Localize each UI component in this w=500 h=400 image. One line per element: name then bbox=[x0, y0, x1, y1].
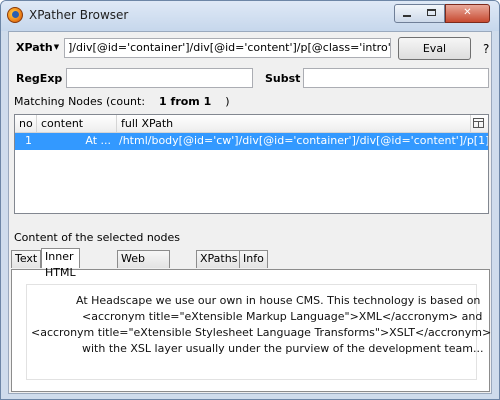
tab-inner-html[interactable]: Inner HTML bbox=[41, 248, 80, 279]
column-header-full-xpath[interactable]: full XPath bbox=[117, 115, 471, 133]
xpath-label: XPath bbox=[16, 41, 53, 54]
selected-content-label: Content of the selected nodes bbox=[14, 231, 181, 244]
tab-text[interactable]: Text bbox=[11, 250, 42, 268]
regexp-input[interactable] bbox=[66, 68, 253, 88]
main-panel: XPath▼ ]/div[@id='container']/div[@id='c… bbox=[8, 31, 492, 394]
matching-count: 1 from 1 bbox=[159, 95, 212, 108]
xpath-input[interactable]: ]/div[@id='container']/div[@id='content'… bbox=[64, 38, 391, 58]
regexp-label: RegExp bbox=[16, 72, 63, 85]
window-title: XPather Browser bbox=[29, 8, 129, 22]
inner-html-line: <accronym title="eXtensible Markup Langu… bbox=[82, 310, 483, 323]
maximize-icon bbox=[427, 9, 436, 16]
table-row[interactable]: 1 At ... /html/body[@id='cw']/div[@id='c… bbox=[15, 133, 488, 150]
minimize-icon bbox=[403, 15, 411, 17]
eval-button[interactable]: Eval bbox=[398, 37, 471, 60]
tab-info[interactable]: Info bbox=[239, 250, 268, 268]
column-header-no[interactable]: no bbox=[15, 115, 37, 133]
xpather-window: XPather Browser ✕ XPath▼ ]/div[@id='cont… bbox=[0, 0, 500, 400]
tab-web-clipping[interactable]: Web Clipping bbox=[117, 250, 170, 281]
close-button[interactable]: ✕ bbox=[445, 4, 490, 23]
xpath-dropdown[interactable]: XPath▼ bbox=[16, 41, 59, 54]
results-table: no content full XPath 1 At ... /html/bod… bbox=[14, 114, 489, 214]
matching-nodes-label: Matching Nodes (count: 1 from 1) bbox=[14, 95, 230, 108]
firefox-icon bbox=[7, 7, 23, 23]
maximize-button[interactable] bbox=[419, 4, 445, 23]
row-content: At ... bbox=[85, 134, 111, 147]
help-button[interactable]: ? bbox=[483, 42, 489, 56]
title-bar[interactable]: XPather Browser ✕ bbox=[1, 1, 499, 31]
row-full-xpath: /html/body[@id='cw']/div[@id='container'… bbox=[119, 134, 488, 147]
subst-label: Subst bbox=[265, 72, 301, 85]
column-picker-icon[interactable] bbox=[473, 118, 484, 128]
inner-html-line: At Headscape we use our own in house CMS… bbox=[76, 294, 481, 307]
row-no: 1 bbox=[25, 134, 32, 147]
subst-input[interactable] bbox=[303, 68, 489, 88]
matching-suffix: ) bbox=[225, 95, 230, 108]
tab-xpaths[interactable]: XPaths bbox=[196, 250, 242, 268]
column-header-content[interactable]: content bbox=[37, 115, 117, 133]
matching-label-text: Matching Nodes (count: bbox=[14, 95, 146, 108]
chevron-down-icon: ▼ bbox=[53, 43, 60, 51]
inner-html-line: <accronym title="eXtensible Stylesheet L… bbox=[31, 326, 492, 339]
inner-html-line: with the XSL layer usually under the pur… bbox=[82, 342, 484, 355]
inner-html-panel: At Headscape we use our own in house CMS… bbox=[11, 269, 491, 392]
inner-html-viewer[interactable]: At Headscape we use our own in house CMS… bbox=[26, 284, 491, 380]
minimize-button[interactable] bbox=[394, 4, 420, 23]
table-header: no content full XPath bbox=[15, 115, 488, 133]
